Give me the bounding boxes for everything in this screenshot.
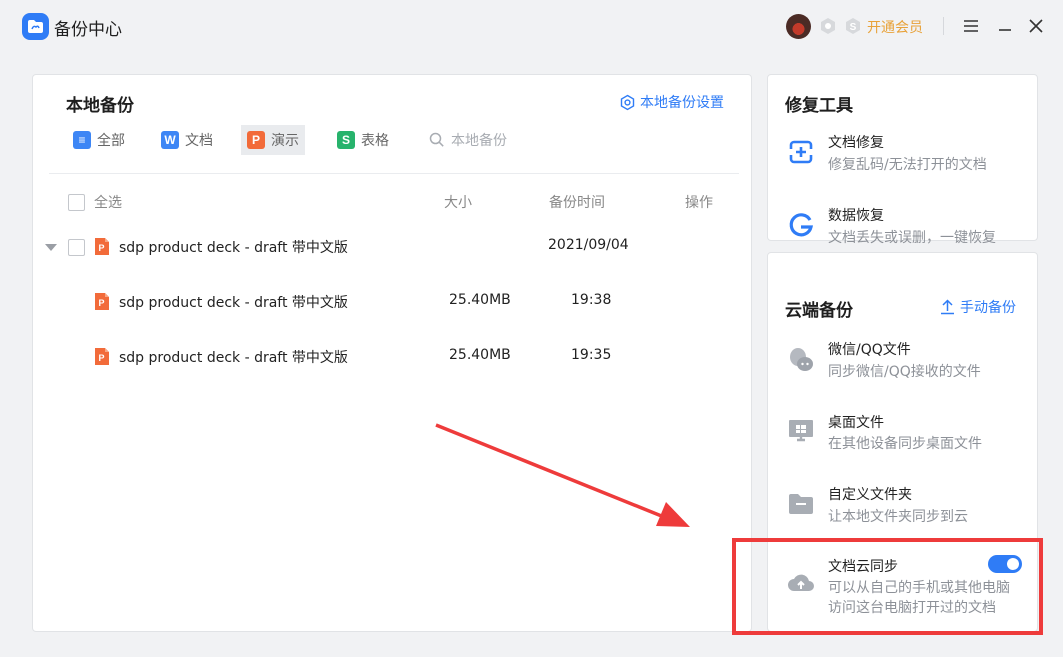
annotation-highlight-box xyxy=(732,538,1043,635)
